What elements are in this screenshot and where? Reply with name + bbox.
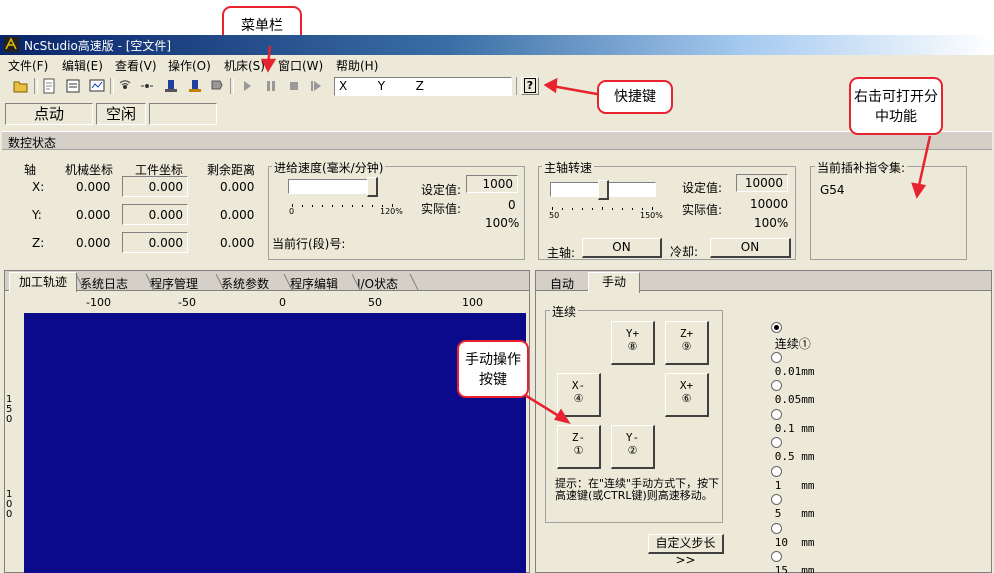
callout-arrows <box>260 45 932 424</box>
callout-rightclick-text: 右击可打开分中功能 <box>854 89 938 125</box>
callout-manual: 手动操作按键 <box>457 340 529 398</box>
callout-shortcut-text: 快捷键 <box>614 89 656 105</box>
callout-shortcut: 快捷键 <box>597 80 673 114</box>
callout-manual-text: 手动操作按键 <box>465 352 521 388</box>
callout-rightclick: 右击可打开分中功能 <box>849 77 943 135</box>
